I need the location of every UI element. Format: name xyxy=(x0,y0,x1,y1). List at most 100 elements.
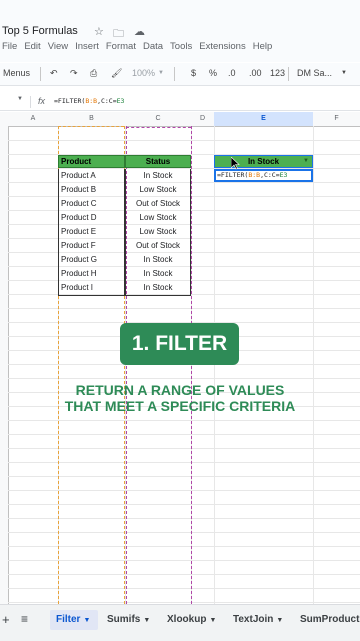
gridline xyxy=(8,140,360,141)
gridline xyxy=(8,504,360,505)
increase-decimal-button[interactable]: .00 xyxy=(249,68,262,78)
decrease-decimal-button[interactable]: .0 xyxy=(228,68,236,78)
document-title[interactable]: Top 5 Formulas xyxy=(2,25,78,37)
all-sheets-menu-icon[interactable]: ≡ xyxy=(21,612,28,626)
percent-format-button[interactable]: % xyxy=(209,68,217,78)
chevron-down-icon[interactable]: ▼ xyxy=(209,617,216,624)
add-sheet-icon[interactable]: + xyxy=(2,612,10,627)
gridline xyxy=(8,434,360,435)
product-cell[interactable]: Product C xyxy=(58,197,125,211)
column-header-e[interactable]: E xyxy=(214,112,314,127)
menu-view[interactable]: View xyxy=(48,41,68,52)
sheet-tab-sumifs[interactable]: Sumifs ▼ xyxy=(107,610,150,630)
tutorial-caption-line-1: RETURN A RANGE OF VALUES xyxy=(75,382,285,398)
cloud-status-icon[interactable]: ☁ xyxy=(134,25,145,38)
status-cell[interactable]: Low Stock xyxy=(125,225,191,239)
sheet-tab-xlookup[interactable]: Xlookup ▼ xyxy=(167,610,216,630)
toolbar: Menus ↶ ↷ ⎙ 🖌 100% ▼ $ % .0 .00 123 DM S… xyxy=(0,63,360,86)
gridline xyxy=(214,126,215,604)
criteria-header-cell[interactable]: In Stock ▼ xyxy=(214,155,313,168)
status-cell[interactable]: Low Stock xyxy=(125,211,191,225)
column-header-a[interactable]: A xyxy=(8,112,59,127)
undo-icon[interactable]: ↶ xyxy=(50,68,58,79)
column-header-b[interactable]: B xyxy=(58,112,126,127)
sheet-tab-label: Filter xyxy=(56,614,81,625)
name-box-dropdown-icon[interactable]: ▼ xyxy=(17,96,23,102)
formula-edit-cell[interactable]: =FILTER(B:B,C:C=E3 xyxy=(214,169,313,182)
product-cell[interactable]: Product D xyxy=(58,211,125,225)
status-cell[interactable]: Low Stock xyxy=(125,183,191,197)
formula-arg-ref-e3: E3 xyxy=(116,97,125,105)
status-cell[interactable]: In Stock xyxy=(125,267,191,281)
paint-format-icon[interactable]: 🖌 xyxy=(111,68,122,79)
toolbar-divider xyxy=(174,67,175,81)
product-cell[interactable]: Product A xyxy=(58,169,125,183)
cell-formula-arg2: E3 xyxy=(279,171,288,179)
product-header-cell[interactable]: Product xyxy=(58,155,125,168)
menu-file[interactable]: File xyxy=(2,41,17,52)
tutorial-caption: RETURN A RANGE OF VALUES THAT MEET A SPE… xyxy=(40,382,320,414)
gridline xyxy=(8,490,360,491)
menu-insert[interactable]: Insert xyxy=(75,41,99,52)
product-cell[interactable]: Product I xyxy=(58,281,125,296)
product-cell[interactable]: Product B xyxy=(58,183,125,197)
column-header-d[interactable]: D xyxy=(191,112,215,127)
dropdown-chip-icon[interactable]: ▼ xyxy=(303,156,309,167)
menu-help[interactable]: Help xyxy=(253,41,273,52)
status-cell[interactable]: Out of Stock xyxy=(125,197,191,211)
currency-format-button[interactable]: $ xyxy=(191,68,196,78)
sheet-tab-label: SumProduct xyxy=(300,614,360,625)
font-select[interactable]: DM Sa... xyxy=(297,68,332,78)
status-cell[interactable]: In Stock xyxy=(125,169,191,183)
menu-edit[interactable]: Edit xyxy=(24,41,40,52)
product-cell[interactable]: Product F xyxy=(58,239,125,253)
range-highlight-c xyxy=(126,127,191,128)
chevron-down-icon[interactable]: ▼ xyxy=(276,617,283,624)
zoom-select[interactable]: 100% xyxy=(132,68,155,78)
formula-prefix: =FILTER( xyxy=(54,97,86,105)
star-icon[interactable]: ☆ xyxy=(94,25,104,38)
sheet-tab-textjoin[interactable]: TextJoin ▼ xyxy=(233,610,283,630)
gridline xyxy=(8,420,360,421)
column-header-f[interactable]: F xyxy=(313,112,360,127)
menu-extensions[interactable]: Extensions xyxy=(199,41,245,52)
formula-bar-divider xyxy=(30,96,31,108)
chevron-down-icon[interactable]: ▼ xyxy=(83,617,90,624)
sheet-tab-label: Xlookup xyxy=(167,614,207,625)
gridline xyxy=(8,602,360,603)
menu-data[interactable]: Data xyxy=(143,41,163,52)
cell-formula-prefix: =FILTER( xyxy=(217,171,249,179)
sheet-tab-label: Sumifs xyxy=(107,614,141,625)
status-cell[interactable]: In Stock xyxy=(125,253,191,267)
chevron-down-icon[interactable]: ▼ xyxy=(158,70,164,76)
product-cell[interactable]: Product E xyxy=(58,225,125,239)
menu-bar: File Edit View Insert Format Data Tools … xyxy=(2,41,272,52)
formula-input[interactable]: =FILTER(B:B,C:C=E3 xyxy=(54,97,124,105)
print-icon[interactable]: ⎙ xyxy=(90,68,97,79)
sheet-tab-filter[interactable]: Filter ▼ xyxy=(50,610,98,630)
formula-arg-range-b: B:B xyxy=(85,97,98,105)
tutorial-badge: 1. FILTER xyxy=(120,323,239,365)
sheet-tab-sumproduct[interactable]: SumProduct xyxy=(300,610,359,630)
menus-search-button[interactable]: Menus xyxy=(0,67,33,79)
more-formats-button[interactable]: 123 xyxy=(270,68,285,78)
sheet-tab-bar: + ≡ Filter ▼ Sumifs ▼ Xlookup ▼ TextJoin ▼ S… xyxy=(0,604,360,641)
chevron-down-icon[interactable]: ▼ xyxy=(143,617,150,624)
status-cell[interactable]: In Stock xyxy=(125,281,191,296)
status-cell[interactable]: Out of Stock xyxy=(125,239,191,253)
gridline xyxy=(8,462,360,463)
menu-tools[interactable]: Tools xyxy=(170,41,192,52)
product-cell[interactable]: Product G xyxy=(58,253,125,267)
column-header-c[interactable]: C xyxy=(125,112,192,127)
menu-format[interactable]: Format xyxy=(106,41,136,52)
gridline xyxy=(8,588,360,589)
chevron-down-icon[interactable]: ▼ xyxy=(341,70,347,76)
criteria-header-label: In Stock xyxy=(247,157,280,166)
gridline xyxy=(8,560,360,561)
toolbar-divider xyxy=(288,67,289,81)
product-cell[interactable]: Product H xyxy=(58,267,125,281)
status-header-cell[interactable]: Status xyxy=(125,155,191,168)
formula-bar: ▼ fx =FILTER(B:B,C:C=E3 xyxy=(0,94,360,111)
gridline xyxy=(313,126,314,604)
redo-icon[interactable]: ↷ xyxy=(70,68,78,79)
